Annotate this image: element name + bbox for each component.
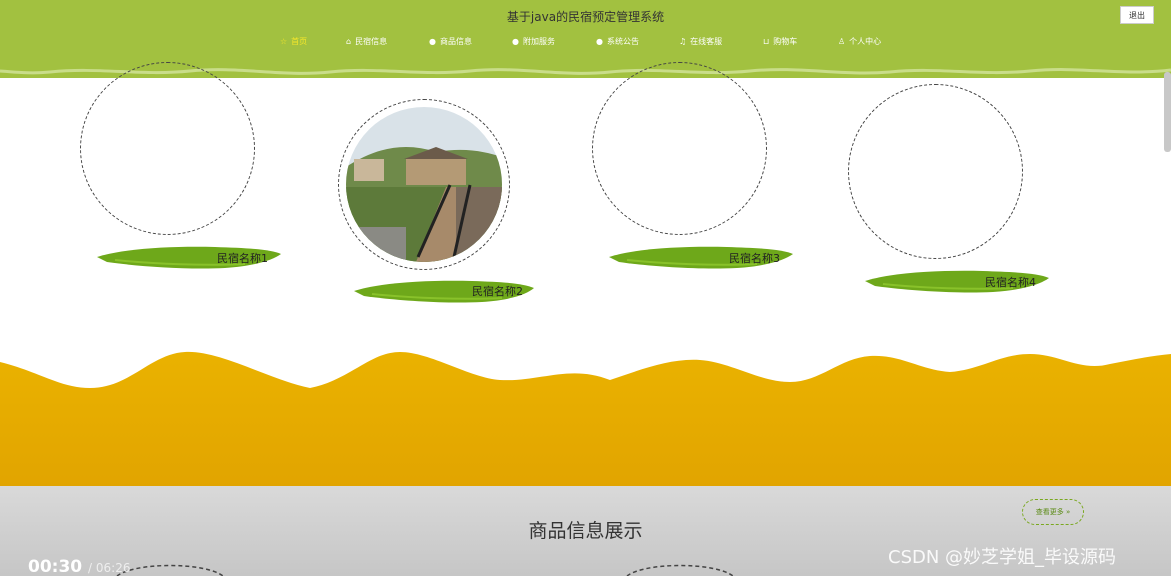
dot-icon: ● xyxy=(512,36,519,46)
video-total-time: / 06:26 xyxy=(88,561,131,575)
product-image-placeholder[interactable] xyxy=(625,558,735,576)
nav-item-services[interactable]: ● 附加服务 xyxy=(512,36,555,47)
dot-icon: ● xyxy=(596,36,603,46)
nav-item-notice[interactable]: ● 系统公告 xyxy=(596,36,639,47)
nav-item-profile[interactable]: ♙ 个人中心 xyxy=(838,36,881,47)
homestay-image-placeholder[interactable] xyxy=(848,84,1023,259)
homestay-name[interactable]: 民宿名称1 xyxy=(217,250,268,266)
section-title: 商品信息展示 xyxy=(528,520,643,542)
logout-button[interactable]: 退出 xyxy=(1120,6,1154,24)
star-icon: ☆ xyxy=(280,36,288,46)
user-icon: ♙ xyxy=(838,36,846,46)
nav-item-goods[interactable]: ● 商品信息 xyxy=(429,36,472,47)
homestay-image-placeholder[interactable] xyxy=(80,62,255,235)
homestay-name[interactable]: 民宿名称2 xyxy=(472,283,523,299)
cart-icon: ⊔ xyxy=(763,36,770,46)
nav-item-support[interactable]: ♫ 在线客服 xyxy=(679,36,722,47)
homestay-name[interactable]: 民宿名称4 xyxy=(985,274,1036,290)
homestay-name[interactable]: 民宿名称3 xyxy=(729,250,780,266)
nav-item-cart[interactable]: ⊔ 购物车 xyxy=(763,36,797,47)
homestay-photo[interactable] xyxy=(346,107,502,262)
yellow-wave-background xyxy=(0,351,1171,490)
video-timestamp: 00:30 / 06:26 xyxy=(28,557,131,577)
video-current-time: 00:30 xyxy=(28,557,83,577)
view-more-button[interactable]: 查看更多 » xyxy=(1022,499,1084,525)
scrollbar-thumb[interactable] xyxy=(1164,72,1171,152)
home-icon: ⌂ xyxy=(346,36,352,46)
site-title: 基于java的民宿预定管理系统 xyxy=(506,10,665,24)
main-nav: ☆ 首页 ⌂ 民宿信息 ● 商品信息 ● 附加服务 ● 系统公告 ♫ 在线客服 … xyxy=(0,36,1171,50)
homestay-image-placeholder[interactable] xyxy=(592,62,767,235)
headset-icon: ♫ xyxy=(679,36,687,46)
product-image-placeholder[interactable] xyxy=(115,558,225,576)
homestay-photo-image xyxy=(346,107,502,262)
nav-item-home[interactable]: ☆ 首页 xyxy=(280,36,307,47)
nav-item-homestay[interactable]: ⌂ 民宿信息 xyxy=(346,36,387,47)
dot-icon: ● xyxy=(429,36,436,46)
watermark: CSDN @妙芝学姐_毕设源码 xyxy=(888,547,1117,568)
